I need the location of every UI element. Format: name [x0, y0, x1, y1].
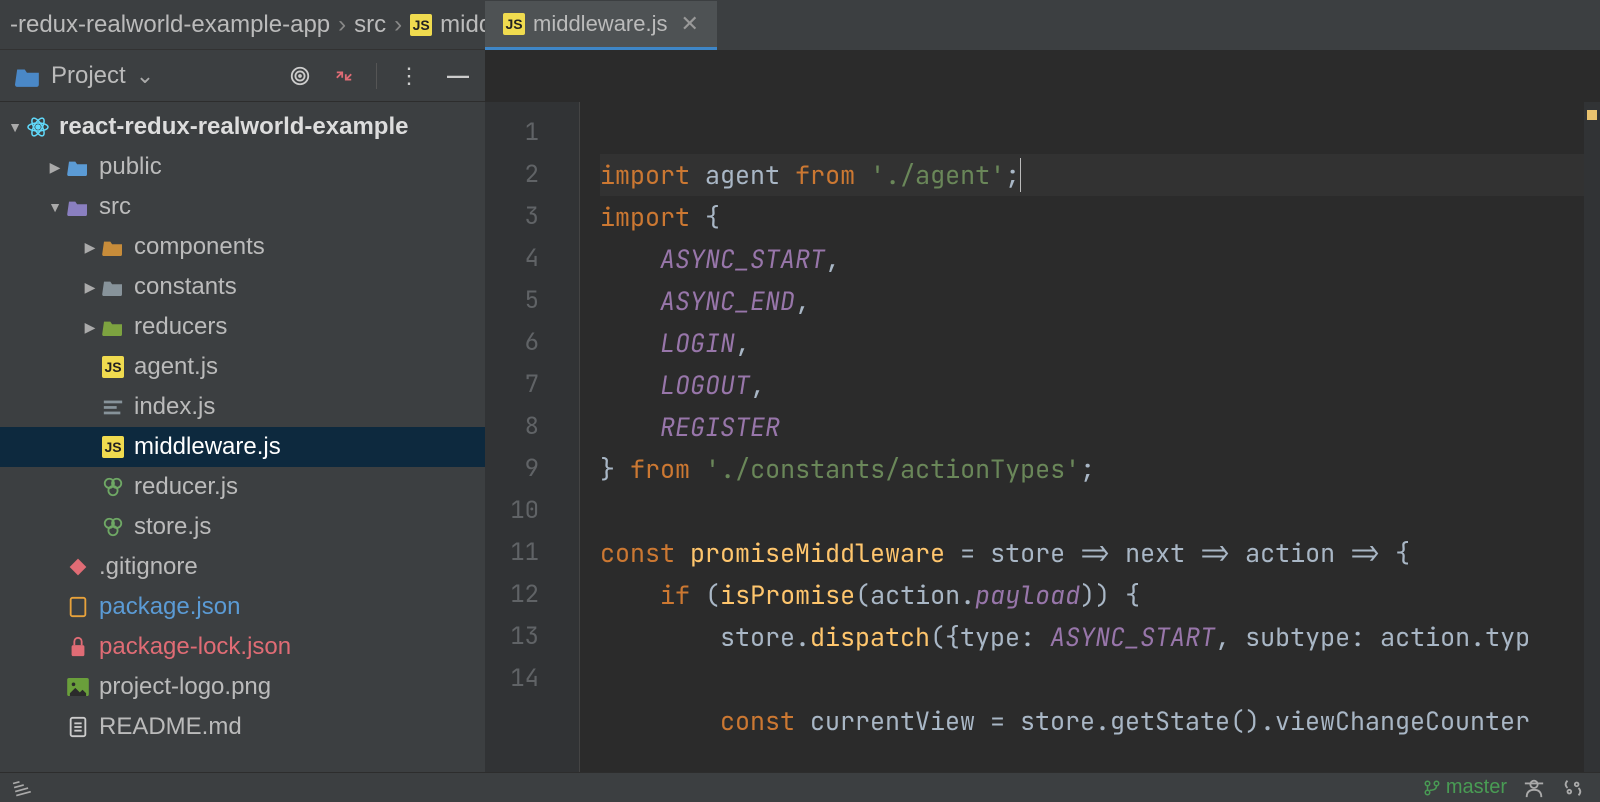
file-type-icon [100, 516, 126, 538]
tree-arrow-icon[interactable] [80, 439, 100, 455]
branch-name: master [1446, 776, 1507, 799]
tree-item-README-md[interactable]: README.md [0, 707, 485, 747]
tree-item-constants[interactable]: ▶ constants [0, 267, 485, 307]
editor-tab-label: middleware.js [533, 11, 668, 37]
tree-arrow-icon[interactable]: ▶ [80, 279, 100, 296]
project-panel-icon [15, 65, 41, 87]
project-panel-title[interactable]: Project [51, 62, 126, 90]
tool-window-icon[interactable] [10, 776, 34, 800]
git-branch-indicator[interactable]: master [1423, 776, 1507, 799]
tree-item-label: store.js [134, 513, 211, 541]
tree-item-label: constants [134, 273, 237, 301]
tree-arrow-icon[interactable] [45, 559, 65, 575]
tree-item-index-js[interactable]: index.js [0, 387, 485, 427]
main-area: ▼ react-redux-realworld-example ▶ public ▼… [0, 102, 1600, 772]
tree-arrow-icon[interactable] [45, 679, 65, 695]
code-editor[interactable]: 1234567 891011121314 import agent from '… [485, 102, 1600, 772]
tree-root[interactable]: ▼ react-redux-realworld-example [0, 107, 485, 147]
react-icon [25, 115, 51, 139]
tree-item-package-lock-json[interactable]: package-lock.json [0, 627, 485, 667]
file-type-icon [65, 198, 91, 216]
tree-item--gitignore[interactable]: .gitignore [0, 547, 485, 587]
tree-item-components[interactable]: ▶ components [0, 227, 485, 267]
js-file-icon: JS [503, 13, 525, 35]
file-type-icon [65, 636, 91, 658]
tree-item-label: agent.js [134, 353, 218, 381]
collapse-icon[interactable] [332, 64, 356, 88]
warning-marker[interactable] [1587, 110, 1597, 120]
file-type-icon [100, 238, 126, 256]
target-icon[interactable] [288, 64, 312, 88]
breadcrumb-sep: › [394, 11, 402, 39]
tree-arrow-icon[interactable] [45, 639, 65, 655]
tree-item-project-logo-png[interactable]: project-logo.png [0, 667, 485, 707]
tree-item-label: public [99, 153, 162, 181]
file-type-icon [65, 716, 91, 738]
breadcrumb-sep: › [338, 11, 346, 39]
tree-arrow-icon[interactable]: ▶ [45, 159, 65, 176]
tree-item-agent-js[interactable]: JS agent.js [0, 347, 485, 387]
tree-arrow-icon[interactable] [80, 519, 100, 535]
line-gutter[interactable]: 1234567 891011121314 [485, 102, 580, 772]
close-tab-icon[interactable]: ✕ [681, 11, 699, 37]
chevron-down-icon[interactable]: ⌄ [136, 63, 154, 89]
marker-strip[interactable] [1584, 102, 1600, 772]
tree-item-label: reducers [134, 313, 227, 341]
more-options-icon[interactable]: ⋮ [397, 64, 421, 88]
project-panel-header: Project ⌄ ⋮ — [0, 50, 485, 102]
inspector-icon[interactable] [1522, 776, 1546, 800]
tree-item-label: package-lock.json [99, 633, 291, 661]
project-tree[interactable]: ▼ react-redux-realworld-example ▶ public ▼… [0, 102, 485, 772]
file-type-icon [100, 278, 126, 296]
tree-item-label: src [99, 193, 131, 221]
file-type-icon [100, 398, 126, 416]
tree-item-label: reducer.js [134, 473, 238, 501]
tree-item-package-json[interactable]: package.json [0, 587, 485, 627]
file-type-icon [100, 318, 126, 336]
tree-item-label: components [134, 233, 265, 261]
tree-item-src[interactable]: ▼ src [0, 187, 485, 227]
file-type-icon [65, 678, 91, 696]
file-type-icon [100, 476, 126, 498]
status-bar: master [0, 772, 1600, 802]
tree-item-reducer-js[interactable]: reducer.js [0, 467, 485, 507]
file-type-icon [65, 158, 91, 176]
minimize-icon[interactable]: — [446, 64, 470, 88]
tree-item-label: index.js [134, 393, 215, 421]
file-type-icon: JS [100, 356, 126, 378]
editor-tab-bar: JS middleware.js ✕ [485, 0, 1600, 50]
tree-item-reducers[interactable]: ▶ reducers [0, 307, 485, 347]
file-type-icon [65, 596, 91, 618]
tree-item-label: README.md [99, 713, 242, 741]
tree-arrow-icon[interactable] [80, 399, 100, 415]
tree-arrow-icon[interactable]: ▶ [80, 239, 100, 256]
tree-item-middleware-js[interactable]: JS middleware.js [0, 427, 485, 467]
js-file-icon: JS [410, 14, 432, 36]
divider [376, 63, 377, 89]
file-type-icon: JS [100, 436, 126, 458]
settings-sync-icon[interactable] [1561, 776, 1585, 800]
tree-item-public[interactable]: ▶ public [0, 147, 485, 187]
tree-arrow-icon[interactable] [45, 599, 65, 615]
tree-item-label: project-logo.png [99, 673, 271, 701]
tree-item-store-js[interactable]: store.js [0, 507, 485, 547]
tree-root-label: react-redux-realworld-example [59, 113, 408, 141]
file-type-icon [65, 557, 91, 577]
tree-arrow-icon[interactable]: ▶ [80, 319, 100, 336]
arrow-down-icon[interactable]: ▼ [5, 119, 25, 135]
code-content[interactable]: import agent from './agent'; import { AS… [580, 102, 1584, 772]
breadcrumb-project[interactable]: -redux-realworld-example-app [10, 11, 330, 39]
tree-arrow-icon[interactable] [80, 479, 100, 495]
breadcrumb-folder[interactable]: src [354, 11, 386, 39]
tree-item-label: .gitignore [99, 553, 198, 581]
tree-arrow-icon[interactable] [45, 719, 65, 735]
editor-tab[interactable]: JS middleware.js ✕ [485, 1, 717, 50]
tree-item-label: middleware.js [134, 433, 281, 461]
tree-item-label: package.json [99, 593, 240, 621]
tree-arrow-icon[interactable] [80, 359, 100, 375]
editor-area: 1234567 891011121314 import agent from '… [485, 102, 1600, 772]
tree-arrow-icon[interactable]: ▼ [45, 199, 65, 215]
